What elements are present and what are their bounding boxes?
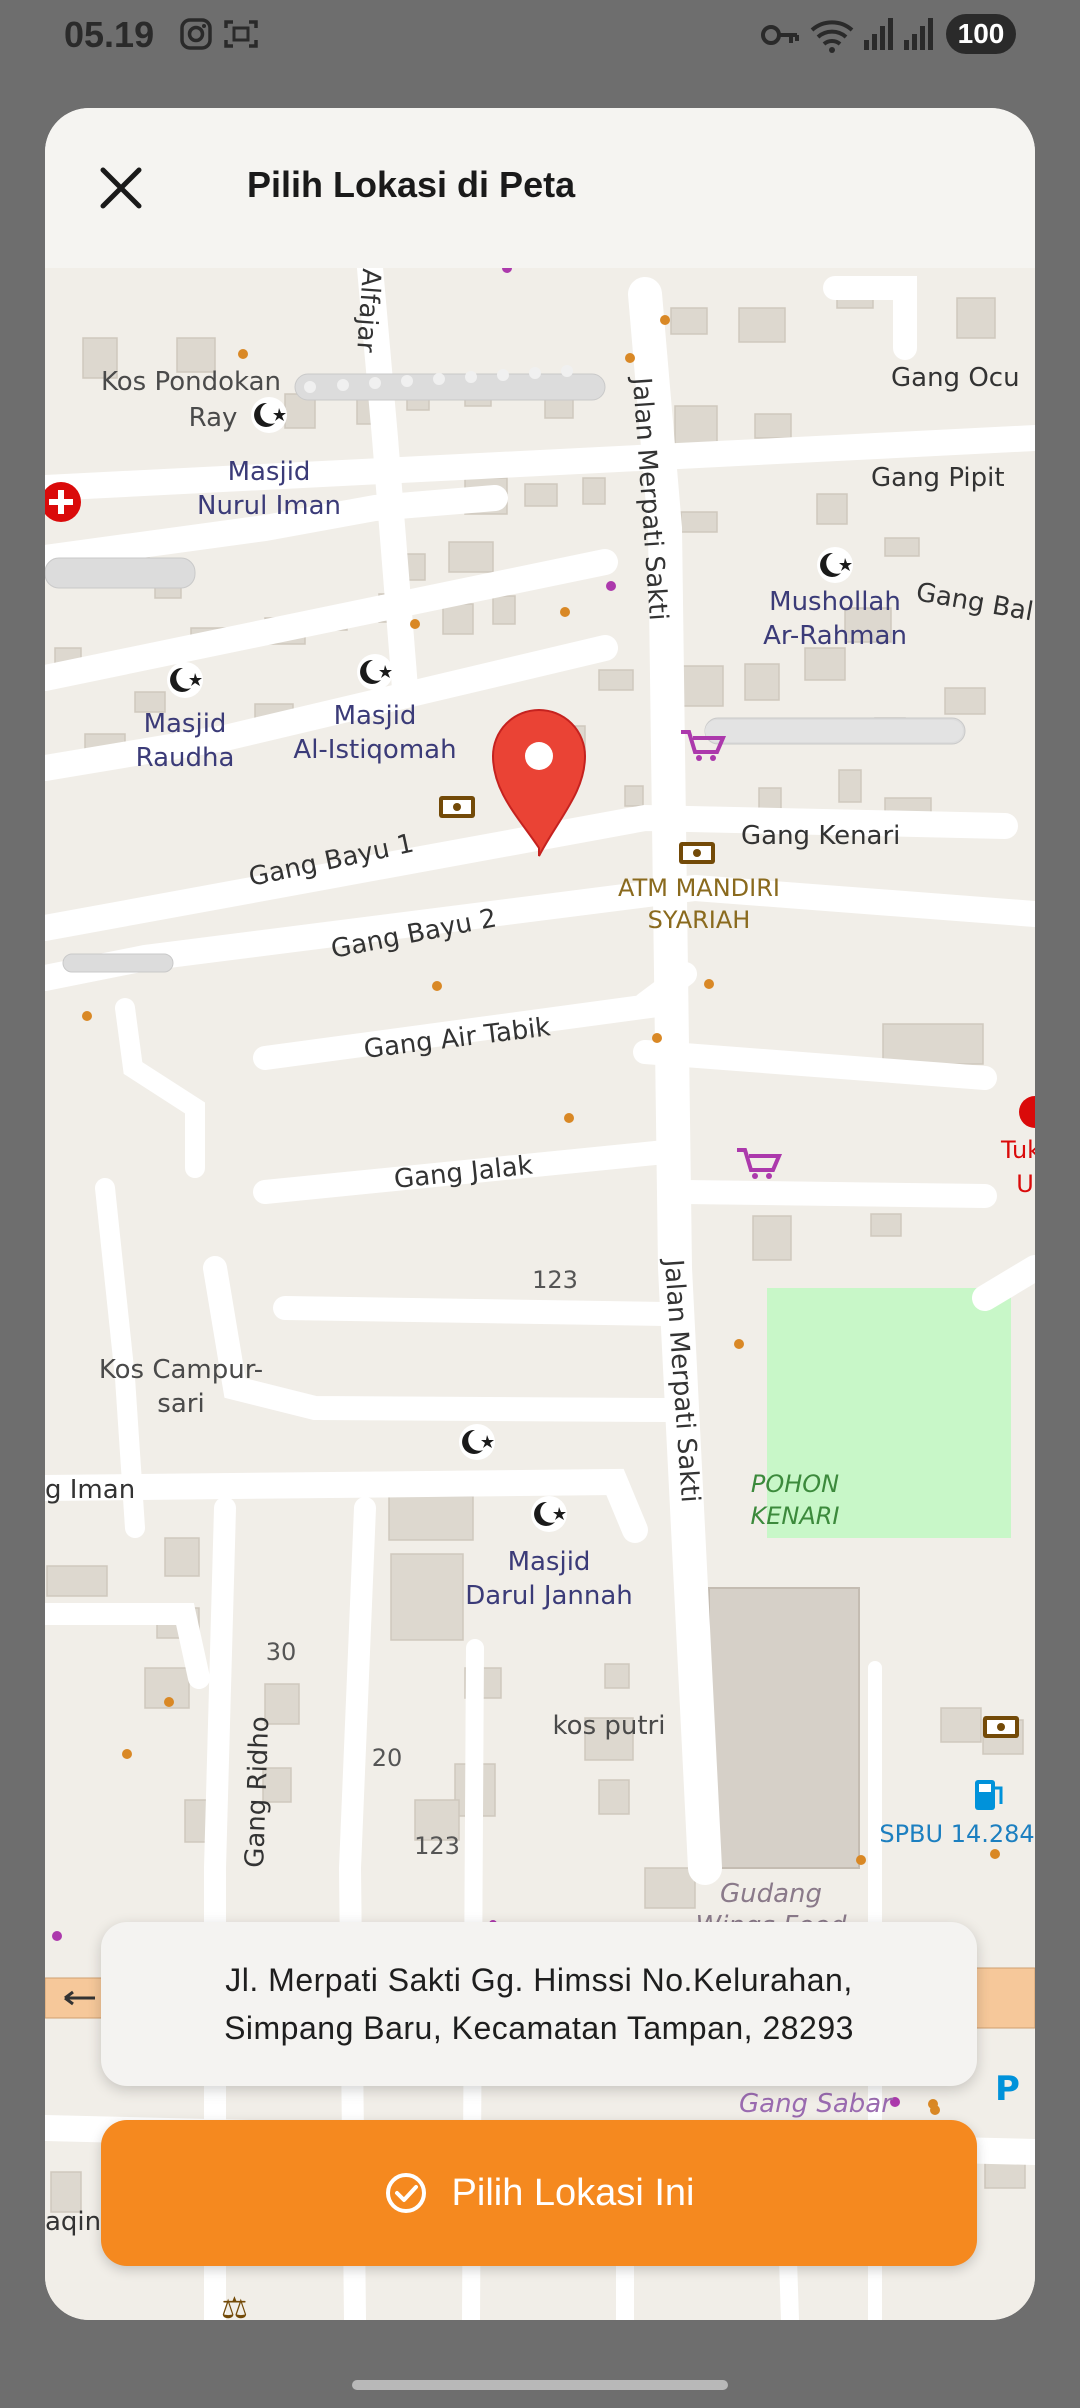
address-text: Jl. Merpati Sakti Gg. Himssi No.Keluraha… (224, 1962, 854, 2046)
poi-label: Kos Pondokan (101, 367, 281, 397)
road-sign-2 (974, 1967, 1035, 2029)
atm-icon (439, 796, 475, 818)
house-number: 123 (414, 1832, 460, 1860)
screenshot-icon (224, 20, 258, 48)
atm-icon (983, 1716, 1019, 1738)
mosque-icon (459, 1424, 495, 1460)
poi-label: Masjid (508, 1547, 591, 1577)
close-icon[interactable] (93, 160, 149, 216)
parking-icon: P (995, 2069, 1020, 2109)
poi-label: Ar-Rahman (763, 621, 907, 651)
poi-label: Mushollah (769, 587, 901, 617)
mosque-icon (531, 1496, 567, 1532)
status-time: 05.19 (64, 14, 155, 55)
poi-label: Tuk (1000, 1136, 1035, 1164)
street-label: Gang Sabar (739, 2089, 894, 2119)
poi-label: ATM MANDIRI (618, 874, 780, 902)
confirm-button-label: Pilih Lokasi Ini (451, 2171, 695, 2214)
street-label: Gang Kenari (741, 821, 900, 851)
mosque-icon (167, 662, 203, 698)
page-title: Pilih Lokasi di Peta (247, 164, 576, 205)
poi-label: Nurul Iman (197, 491, 341, 521)
house-number: 30 (266, 1638, 297, 1666)
poi-label: POHON (751, 1470, 839, 1498)
home-indicator[interactable] (352, 2380, 728, 2390)
confirm-location-button[interactable]: Pilih Lokasi Ini (101, 2120, 977, 2266)
street-label: aqin (45, 2207, 101, 2237)
street-label: g Iman (45, 1475, 135, 1505)
status-bar: 05.19 100 (0, 0, 1080, 72)
mosque-icon (251, 397, 287, 433)
poi-label: Ray (189, 403, 238, 433)
location-picker-sheet: Pilih Lokasi di Peta P ⚖ Gang Bayu 1 Gan… (45, 108, 1035, 2320)
sheet-header: Pilih Lokasi di Peta (45, 108, 1035, 268)
instagram-icon (180, 18, 212, 50)
signal-icon (864, 18, 893, 50)
poi-label: Gudang (720, 1879, 822, 1909)
poi-label: KENARI (750, 1502, 839, 1530)
poi-label: Darul Jannah (465, 1581, 633, 1611)
poi-label: SYARIAH (648, 906, 751, 934)
poi-label: Masjid (334, 701, 417, 731)
house-number: 20 (372, 1744, 403, 1772)
wifi-icon (810, 20, 854, 53)
poi-label: Masjid (144, 709, 227, 739)
poi-label: kos putri (553, 1711, 666, 1741)
court-icon: ⚖ (221, 2291, 248, 2320)
poi-label: Raudha (136, 743, 235, 773)
check-circle-icon (385, 2173, 426, 2213)
poi-label: Al-Istiqomah (293, 735, 456, 765)
poi-label: Masjid (228, 457, 311, 487)
mosque-icon (357, 654, 393, 690)
poi-label: Kos Campur- (99, 1355, 263, 1385)
street-label: Gang Ocu (891, 363, 1020, 393)
signal-icon-2 (904, 18, 933, 50)
address-card: Jl. Merpati Sakti Gg. Himssi No.Keluraha… (101, 1922, 977, 2086)
poi-marker-icon (1019, 1096, 1035, 1128)
shopping-cart-icon (681, 730, 727, 761)
street-label: Gang Ridho (240, 1716, 275, 1868)
poi-label: sari (157, 1389, 204, 1419)
shopping-cart-icon (737, 1148, 783, 1179)
mosque-icon (817, 547, 853, 583)
street-label: Gang Jalak (393, 1151, 535, 1195)
vpn-key-icon (761, 25, 799, 45)
street-label: Gang Bal (914, 577, 1035, 627)
street-label: Gang Pipit (871, 463, 1005, 493)
street-label: Alfajar (350, 268, 386, 354)
poi-label: U (1016, 1170, 1034, 1198)
battery-indicator: 100 (946, 14, 1016, 54)
fuel-station-icon (975, 1780, 1003, 1810)
poi-label: SPBU 14.284 (879, 1820, 1034, 1848)
house-number: 123 (532, 1266, 578, 1294)
atm-icon (679, 842, 715, 864)
